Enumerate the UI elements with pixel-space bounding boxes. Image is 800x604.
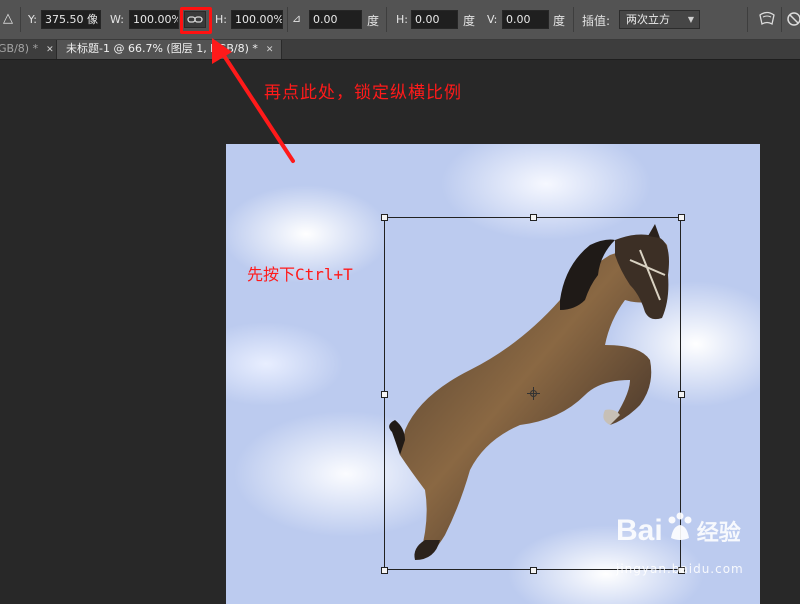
transform-handle-bottom[interactable]: [530, 567, 537, 574]
watermark-suffix: 经验: [696, 520, 741, 545]
paw-logo-icon: [668, 512, 692, 540]
width-field[interactable]: 100.00%: [129, 10, 179, 29]
annotation-shortcut: 先按下Ctrl+T: [247, 265, 353, 284]
baidu-watermark: Bai 经验 jingyan.baidu.com: [616, 512, 743, 576]
v-skew-unit: 度: [553, 14, 566, 28]
document-tab-bar: GB/8) * ✕ 未标题-1 @ 66.7% (图层 1, RGB/8) * ✕: [0, 40, 800, 60]
y-label: Y:: [28, 13, 37, 26]
v-skew-field[interactable]: 0.00: [502, 10, 549, 29]
width-label: W:: [110, 13, 124, 26]
transform-handle-left[interactable]: [381, 391, 388, 398]
height-label: H:: [215, 13, 227, 26]
watermark-url: jingyan.baidu.com: [616, 562, 744, 576]
rotate-field[interactable]: 0.00: [309, 10, 362, 29]
close-icon[interactable]: ✕: [46, 45, 54, 55]
h-skew-label: H:: [396, 13, 408, 26]
annotation-lock-ratio: 再点此处，锁定纵横比例: [264, 83, 462, 103]
v-skew-label: V:: [487, 13, 498, 26]
cancel-transform-icon[interactable]: [786, 11, 800, 27]
warp-mode-icon[interactable]: [757, 9, 777, 29]
transform-handle-top-left[interactable]: [381, 214, 388, 221]
y-position-field[interactable]: 375.50 像: [41, 10, 101, 29]
highlight-box: [180, 7, 212, 34]
separator: [386, 7, 387, 32]
tab-label: GB/8) *: [0, 42, 39, 55]
h-skew-unit: 度: [463, 14, 476, 28]
interpolation-label: 插值:: [582, 14, 611, 28]
height-field[interactable]: 100.00%: [231, 10, 283, 29]
transform-handle-right[interactable]: [678, 391, 685, 398]
h-skew-field[interactable]: 0.00: [411, 10, 458, 29]
separator: [781, 7, 782, 32]
watermark-brand: Bai: [616, 514, 663, 547]
reference-point-icon[interactable]: △: [3, 11, 13, 26]
tab-previous-document[interactable]: GB/8) * ✕: [0, 40, 55, 59]
transform-handle-bottom-left[interactable]: [381, 567, 388, 574]
separator: [747, 7, 748, 32]
interpolation-value: 两次立方: [626, 13, 670, 26]
separator: [287, 7, 288, 32]
chevron-down-icon: ▼: [687, 15, 694, 24]
interpolation-select[interactable]: 两次立方 ▼: [619, 10, 700, 29]
tab-label: 未标题-1 @ 66.7% (图层 1, RGB/8) *: [66, 42, 258, 55]
close-icon[interactable]: ✕: [266, 45, 274, 55]
separator: [20, 7, 21, 32]
transform-handle-top-right[interactable]: [678, 214, 685, 221]
rotate-angle-icon: ⊿: [292, 12, 302, 25]
transform-handle-top[interactable]: [530, 214, 537, 221]
options-bar: △ Y: 375.50 像 W: 100.00% H: 100.00% ⊿ 0.…: [0, 0, 800, 40]
rotate-unit: 度: [367, 14, 380, 28]
tab-active-document[interactable]: 未标题-1 @ 66.7% (图层 1, RGB/8) * ✕: [56, 40, 282, 59]
separator: [573, 7, 574, 32]
reference-point-icon[interactable]: [527, 387, 540, 400]
